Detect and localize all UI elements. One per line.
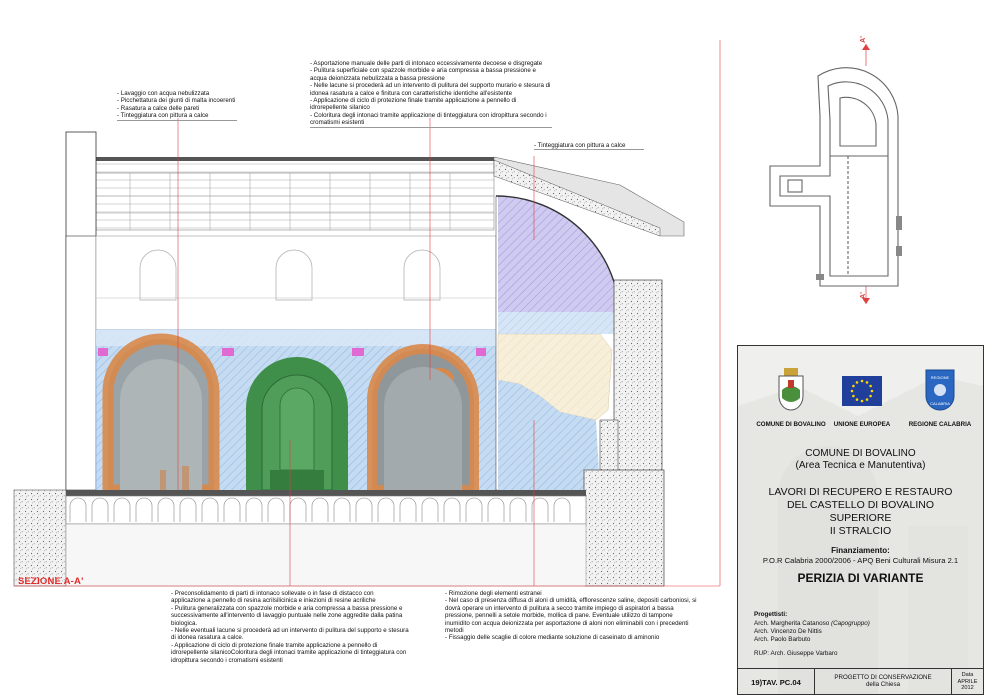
- project-title-line: SUPERIORE: [829, 512, 892, 524]
- funding-text: P.O.R Calabria 2000/2006 - APQ Beni Cult…: [762, 556, 959, 565]
- comune-crest-icon: [776, 368, 806, 412]
- rup-credit: RUP: Arch. Giuseppe Varbaro: [754, 650, 838, 657]
- note-line: - Nelle lacune si procederà ad un interv…: [310, 82, 551, 97]
- note-line: - Nel caso di presenza diffusa di aloni …: [445, 597, 697, 635]
- sheet-title-line: della Chiesa: [865, 681, 901, 688]
- section-mark-bottom: A': [859, 292, 867, 299]
- shield-text-bottom: CALABRIA: [930, 401, 950, 406]
- note-line: - Coloritura degli intonaci tramite appl…: [310, 111, 547, 127]
- project-title-line: LAVORI DI RECUPERO E RESTAURO: [768, 486, 953, 498]
- document-title: PERIZIA DI VARIANTE: [797, 571, 924, 585]
- sheet-title-cell: PROGETTO DI CONSERVAZIONE della Chiesa: [815, 668, 952, 694]
- sheet-code: 19)TAV. PC.04: [751, 678, 801, 687]
- note-line: - Rimozione degli elementi estranei: [445, 590, 542, 597]
- note-line: - Pulitura superficiale con spazzole mor…: [310, 67, 536, 82]
- note-line: - Lavaggio con acqua nebulizzata: [117, 90, 210, 97]
- note-line: - Applicazione di ciclo di protezione fi…: [171, 641, 407, 664]
- eu-flag-icon: [842, 376, 882, 406]
- note-line: - Fissaggio delle scaglie di colore medi…: [445, 634, 660, 642]
- logo-caption-regione: REGIONE CALABRIA: [908, 421, 972, 428]
- date-year: 2012: [961, 685, 974, 692]
- authority-department: (Area Tecnica e Manutentiva): [795, 460, 926, 471]
- note-line: - Nelle eventuali lacune si procederà ad…: [171, 627, 409, 642]
- note-line: - Preconsolidamento di parti di intonaco…: [171, 590, 376, 605]
- sheet-code-cell: 19)TAV. PC.04: [738, 668, 815, 694]
- shield-text-top: REGIONE: [930, 375, 950, 380]
- note-bottom-right: - Rimozione degli elementi estranei - Ne…: [445, 590, 697, 642]
- note-bottom-left: - Preconsolidamento di parti di intonaco…: [171, 590, 409, 664]
- logo-caption-comune: COMUNE DI BOVALINO: [756, 421, 826, 428]
- note-line: - Picchettatura dei giunti di malta inco…: [117, 97, 236, 105]
- title-block: REGIONE CALABRIA COMUNE DI BOVALINO UNIO…: [737, 345, 984, 695]
- note-top-right: - Tinteggiatura con pittura a calce: [534, 142, 644, 151]
- regione-calabria-shield-icon: REGIONE CALABRIA: [924, 368, 956, 412]
- designer-3: Arch. Paolo Barbuto: [754, 636, 811, 643]
- date-month: APRILE: [957, 678, 978, 685]
- note-top-center: - Asportazione manuale delle parti di in…: [310, 60, 552, 128]
- designer-role: (Capogruppo): [831, 620, 870, 627]
- note-line: - Pulitura generalizzata con spazzole mo…: [171, 604, 403, 627]
- sheet-title-line: PROGETTO DI CONSERVAZIONE: [834, 674, 932, 681]
- note-line: - Rasatura a calce delle pareti: [117, 104, 200, 112]
- date-cell: Data APRILE 2012: [952, 668, 983, 694]
- designer-name: Arch. Margherita Catanoso: [754, 620, 830, 627]
- section-title: SEZIONE A-A': [18, 576, 84, 587]
- designer-1: Arch. Margherita Catanoso (Capogruppo): [754, 620, 870, 628]
- funding-label: Finanziamento:: [831, 546, 890, 555]
- authority-name: COMUNE DI BOVALINO: [805, 448, 916, 459]
- note-line: - Tinteggiatura con pittura a calce: [534, 142, 626, 149]
- section-mark-top: A': [859, 36, 867, 43]
- note-top-left: - Lavaggio con acqua nebulizzata - Picch…: [117, 90, 237, 121]
- note-line: - Applicazione di ciclo di protezione fi…: [310, 97, 517, 112]
- project-title-line: II STRALCIO: [829, 525, 892, 537]
- date-label: Data: [961, 672, 974, 678]
- church-floor-plan: [769, 67, 902, 287]
- designers-label: Progettisti:: [754, 611, 788, 618]
- designer-2: Arch. Vincenzo De Nittis: [754, 628, 822, 635]
- logo-caption-eu: UNIONE EUROPEA: [833, 421, 891, 428]
- note-line: - Tinteggiatura con pittura a calce: [117, 112, 209, 120]
- project-title-line: DEL CASTELLO DI BOVALINO: [786, 499, 935, 511]
- note-line: - Asportazione manuale delle parti di in…: [310, 60, 543, 67]
